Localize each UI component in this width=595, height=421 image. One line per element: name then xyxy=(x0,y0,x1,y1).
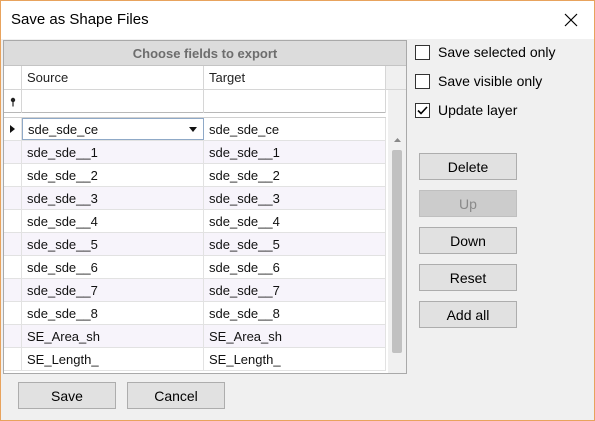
grid-group-header: Choose fields to export xyxy=(4,41,406,66)
table-row[interactable]: sde_sde__3 sde_sde__3 xyxy=(4,187,386,210)
dropdown-arrow-icon[interactable] xyxy=(189,126,197,132)
source-cell[interactable]: sde_sde__7 xyxy=(22,279,204,301)
table-row[interactable]: SE_Length_ SE_Length_ xyxy=(4,348,386,371)
source-cell[interactable]: sde_sde__6 xyxy=(22,256,204,278)
target-cell[interactable]: sde_sde__2 xyxy=(204,164,386,186)
row-indicator xyxy=(4,233,22,255)
target-cell[interactable]: sde_sde__4 xyxy=(204,210,386,232)
column-header-source[interactable]: Source xyxy=(22,66,204,90)
target-cell[interactable]: SE_Area_sh xyxy=(204,325,386,347)
target-cell[interactable]: sde_sde__3 xyxy=(204,187,386,209)
row-indicator xyxy=(4,348,22,370)
column-header-target[interactable]: Target xyxy=(204,66,386,90)
close-button[interactable] xyxy=(548,1,594,39)
delete-button[interactable]: Delete xyxy=(419,153,517,180)
close-icon xyxy=(564,13,578,27)
target-cell[interactable]: sde_sde__7 xyxy=(204,279,386,301)
vertical-scrollbar[interactable] xyxy=(388,90,406,373)
source-cell[interactable]: sde_sde__2 xyxy=(22,164,204,186)
window-title: Save as Shape Files xyxy=(11,11,149,28)
up-button[interactable]: Up xyxy=(419,190,517,217)
filter-input-target[interactable] xyxy=(204,90,386,113)
source-cell[interactable]: sde_sde__8 xyxy=(22,302,204,324)
row-indicator xyxy=(4,302,22,324)
target-cell[interactable]: sde_sde__8 xyxy=(204,302,386,324)
fields-grid: Choose fields to export Source Target sd… xyxy=(3,40,407,374)
save-selected-only-option[interactable]: Save selected only xyxy=(415,44,556,60)
scrollbar-header-spacer xyxy=(386,66,406,90)
scrollbar-thumb[interactable] xyxy=(392,150,402,353)
source-cell[interactable]: sde_sde__3 xyxy=(22,187,204,209)
save-selected-only-checkbox[interactable] xyxy=(415,44,430,60)
source-cell[interactable]: SE_Area_sh xyxy=(22,325,204,347)
table-row[interactable]: sde_sde__6 sde_sde__6 xyxy=(4,256,386,279)
row-indicator xyxy=(4,279,22,301)
table-row[interactable]: sde_sde__5 sde_sde__5 xyxy=(4,233,386,256)
grid-rows: sde_sde_ce sde_sde_ce sde_sde__1 sde_sde… xyxy=(4,117,386,373)
row-indicator xyxy=(4,118,22,140)
table-row[interactable]: sde_sde__2 sde_sde__2 xyxy=(4,164,386,187)
source-dropdown[interactable]: sde_sde_ce xyxy=(22,118,204,140)
target-cell[interactable]: sde_sde_ce xyxy=(204,118,386,140)
save-visible-only-checkbox[interactable] xyxy=(415,73,430,89)
table-row[interactable]: sde_sde__4 sde_sde__4 xyxy=(4,210,386,233)
scroll-up-arrow-icon xyxy=(393,138,401,142)
filter-pin-icon xyxy=(10,97,15,106)
source-cell-value: sde_sde_ce xyxy=(28,121,99,137)
save-selected-only-label: Save selected only xyxy=(438,44,556,60)
table-row[interactable]: sde_sde__7 sde_sde__7 xyxy=(4,279,386,302)
row-indicator xyxy=(4,256,22,278)
filter-input-source[interactable] xyxy=(22,90,204,113)
save-visible-only-label: Save visible only xyxy=(438,73,543,89)
target-cell[interactable]: sde_sde__1 xyxy=(204,141,386,163)
filter-row-indicator xyxy=(4,90,22,113)
update-layer-label: Update layer xyxy=(438,102,518,118)
save-shape-files-dialog: Save as Shape Files Choose fields to exp… xyxy=(0,0,595,421)
row-indicator xyxy=(4,325,22,347)
source-cell[interactable]: sde_sde__1 xyxy=(22,141,204,163)
save-visible-only-option[interactable]: Save visible only xyxy=(415,73,542,89)
row-indicator xyxy=(4,187,22,209)
checkmark-icon xyxy=(417,105,428,115)
target-cell[interactable]: sde_sde__5 xyxy=(204,233,386,255)
auto-filter-row xyxy=(4,90,386,113)
source-cell[interactable]: sde_sde__5 xyxy=(22,233,204,255)
row-indicator-header xyxy=(4,66,22,90)
row-indicator xyxy=(4,141,22,163)
source-cell[interactable]: SE_Length_ xyxy=(22,348,204,370)
save-button[interactable]: Save xyxy=(18,382,116,409)
table-row[interactable]: sde_sde_ce sde_sde_ce xyxy=(4,118,386,141)
target-cell[interactable]: sde_sde__6 xyxy=(204,256,386,278)
table-row[interactable]: SE_Area_sh SE_Area_sh xyxy=(4,325,386,348)
table-row[interactable]: sde_sde__1 sde_sde__1 xyxy=(4,141,386,164)
row-indicator xyxy=(4,164,22,186)
scroll-up-button[interactable] xyxy=(388,133,406,147)
reset-button[interactable]: Reset xyxy=(419,264,517,291)
current-row-arrow-icon xyxy=(10,125,15,133)
add-all-button[interactable]: Add all xyxy=(419,301,517,328)
update-layer-option[interactable]: Update layer xyxy=(415,102,517,118)
title-bar: Save as Shape Files xyxy=(1,1,594,39)
table-row[interactable]: sde_sde__8 sde_sde__8 xyxy=(4,302,386,325)
source-cell[interactable]: sde_sde__4 xyxy=(22,210,204,232)
target-cell[interactable]: SE_Length_ xyxy=(204,348,386,370)
cancel-button[interactable]: Cancel xyxy=(127,382,225,409)
down-button[interactable]: Down xyxy=(419,227,517,254)
update-layer-checkbox[interactable] xyxy=(415,102,430,118)
row-indicator xyxy=(4,210,22,232)
